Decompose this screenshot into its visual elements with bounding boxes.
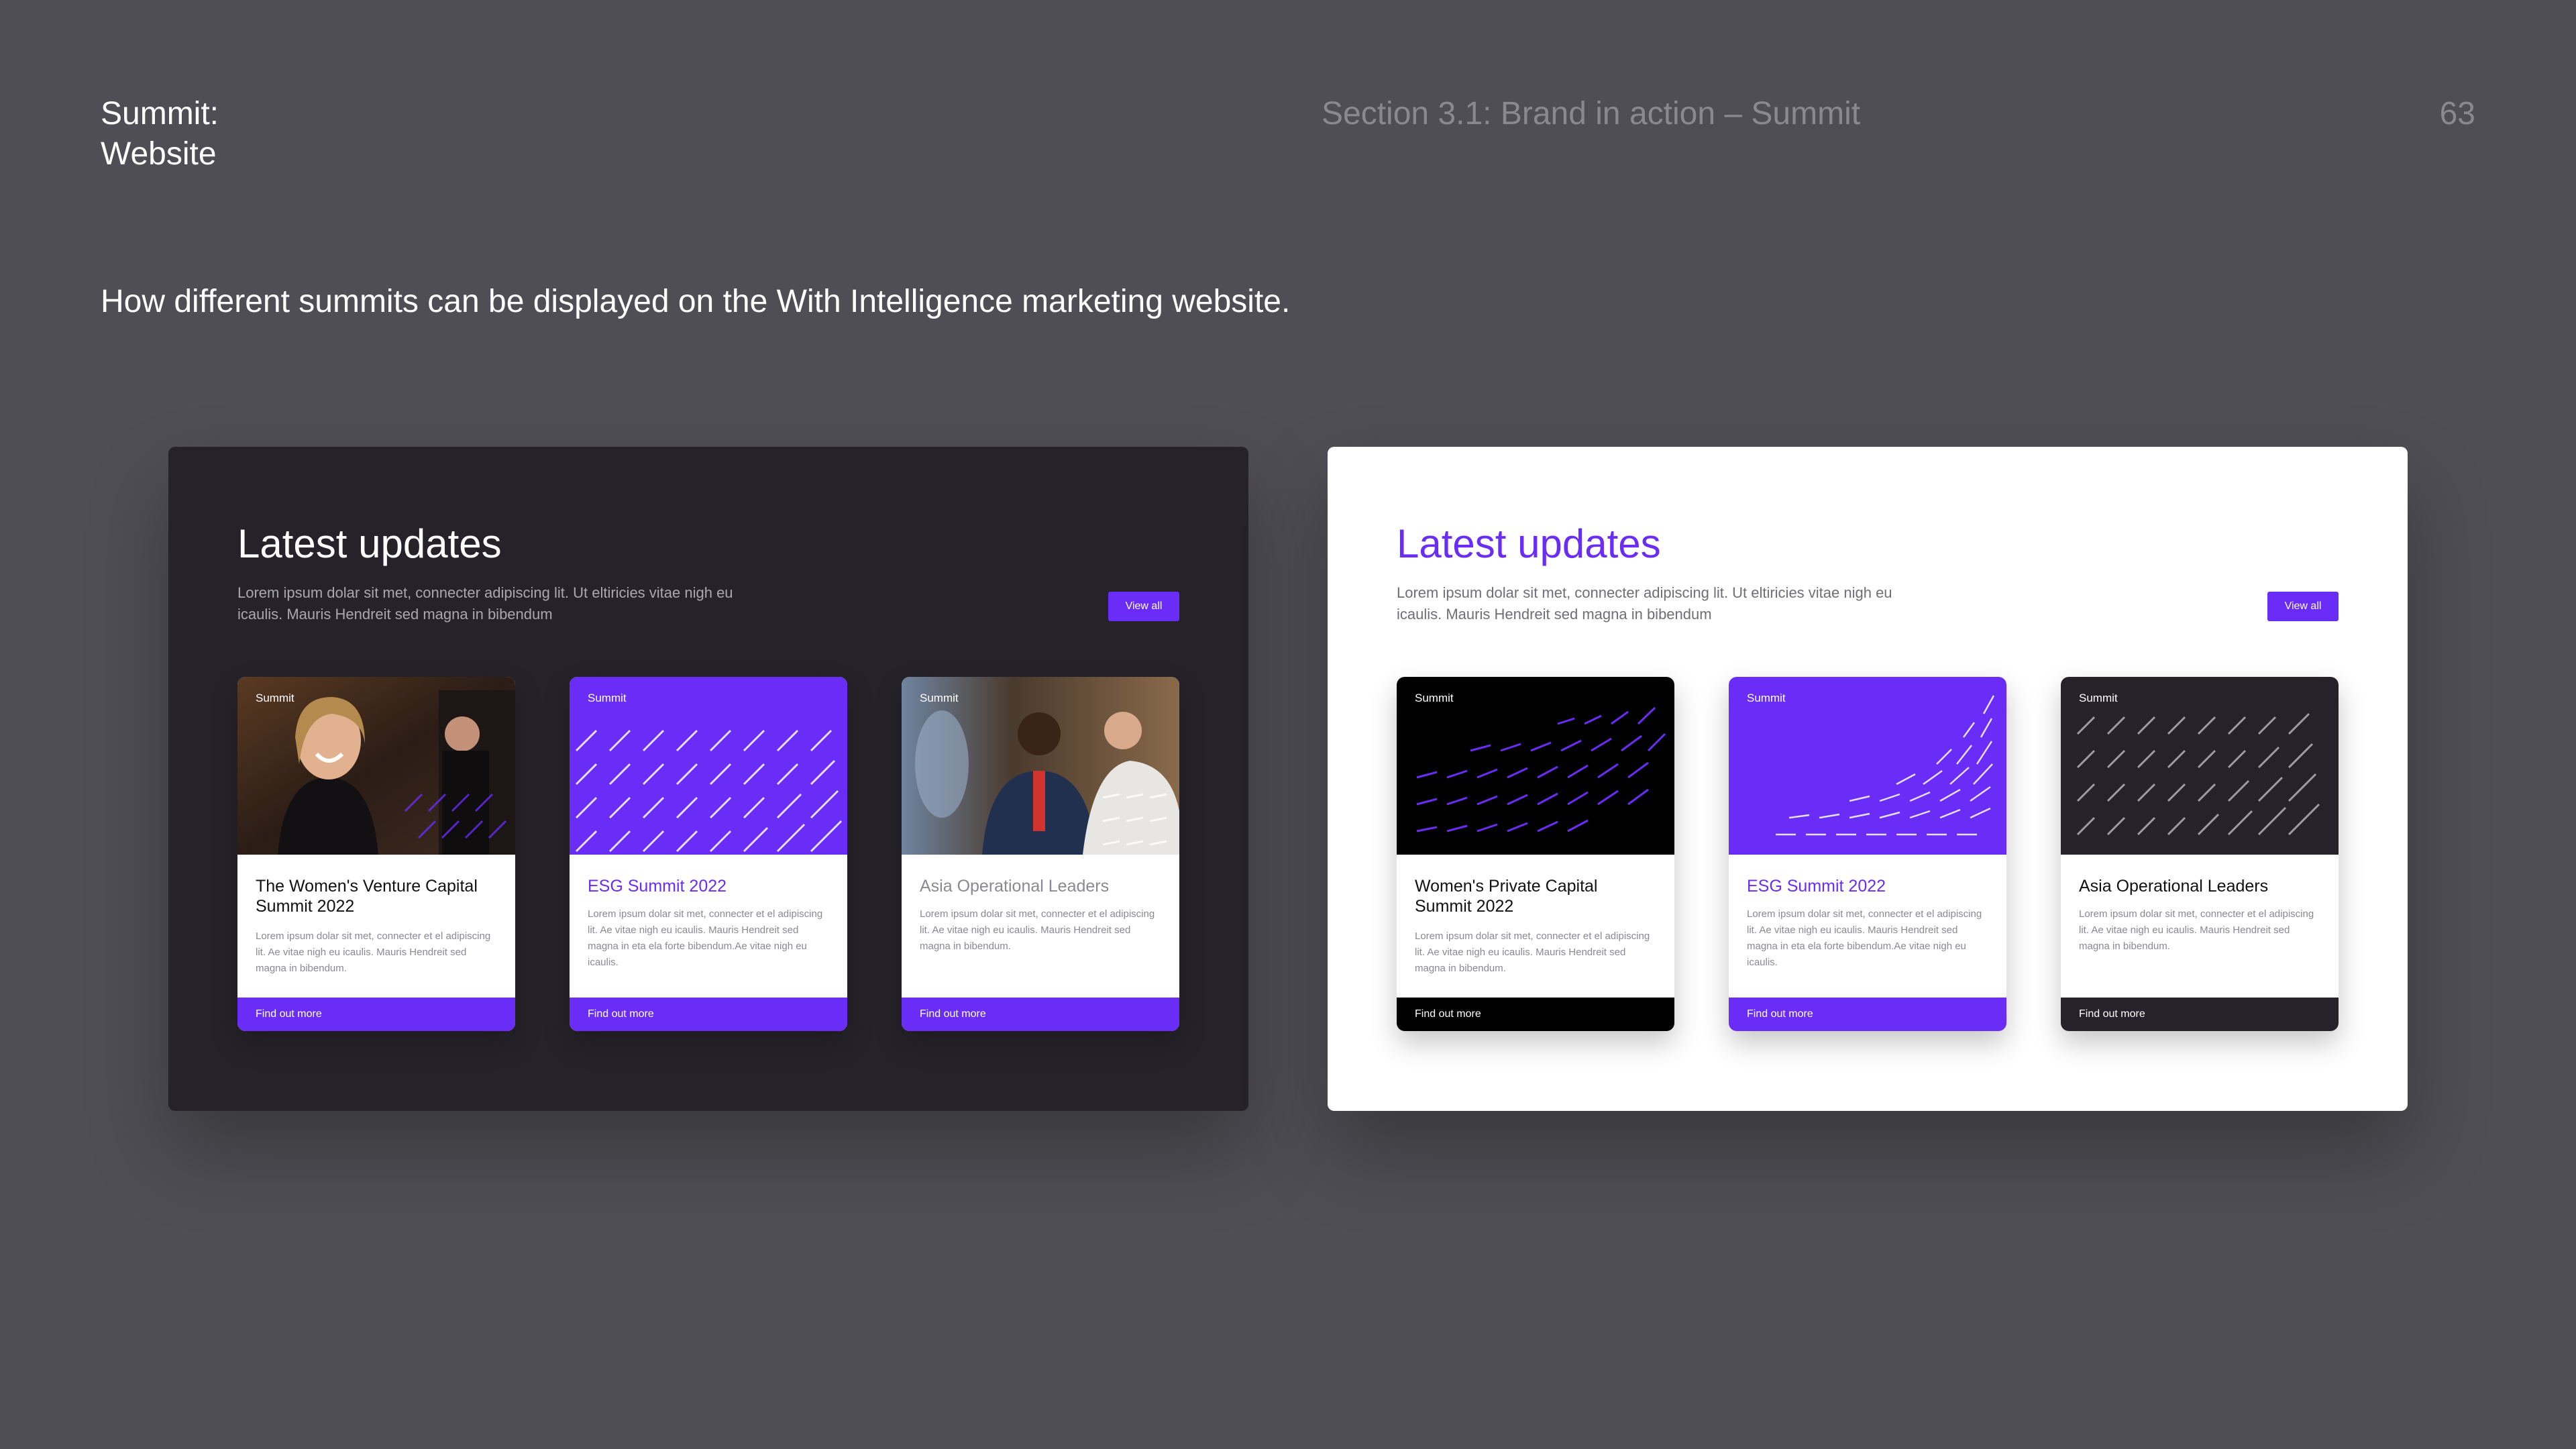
summit-card[interactable]: Summit ESG Summit 2022 Lorem ipsum dolar… bbox=[570, 677, 847, 1031]
card-body: Lorem ipsum dolar sit met, connecter et … bbox=[920, 908, 1155, 952]
summit-card[interactable]: Summit The Women's Venture Capital Summi… bbox=[237, 677, 515, 1031]
card-body: Lorem ipsum dolar sit met, connecter et … bbox=[1415, 930, 1650, 974]
summit-card[interactable]: Summit Women's Private Capital Summit 20… bbox=[1397, 677, 1674, 1031]
card-title: ESG Summit 2022 bbox=[588, 877, 727, 896]
panel-subtitle: Lorem ipsum dolar sit met, connecter adi… bbox=[1397, 584, 1892, 623]
card-title: Asia Operational Leaders bbox=[920, 877, 1110, 896]
find-out-more-link[interactable]: Find out more bbox=[570, 998, 847, 1031]
card-title: Women's Private Capital Summit 2022 bbox=[1415, 877, 1598, 916]
panel-heading: Latest updates bbox=[237, 521, 502, 566]
document-title-line-2: Website bbox=[101, 136, 217, 172]
summit-card[interactable]: Summit Asia Operational Leaders Lorem ip… bbox=[2061, 677, 2339, 1031]
panel-subtitle: Lorem ipsum dolar sit met, connecter adi… bbox=[237, 584, 733, 623]
find-out-more-link[interactable]: Find out more bbox=[902, 998, 1179, 1031]
document-title: Summit: Website bbox=[101, 94, 219, 174]
card-tag: Summit bbox=[588, 692, 627, 704]
card-body: Lorem ipsum dolar sit met, connecter et … bbox=[588, 908, 823, 968]
card-tag: Summit bbox=[2079, 692, 2118, 704]
summit-card[interactable]: Summit ESG Summit 2022 Lorem ipsum dolar… bbox=[1729, 677, 2006, 1031]
light-website-mockup: Latest updates Lorem ipsum dolar sit met… bbox=[1328, 447, 2408, 1111]
card-tag: Summit bbox=[1747, 692, 1786, 704]
summit-card[interactable]: Summit Asia Operational Leaders Lorem ip… bbox=[902, 677, 1179, 1031]
card-title: ESG Summit 2022 bbox=[1747, 877, 1886, 896]
card-body: Lorem ipsum dolar sit met, connecter et … bbox=[256, 930, 491, 974]
card-tag: Summit bbox=[920, 692, 959, 704]
card-title: The Women's Venture Capital Summit 2022 bbox=[256, 877, 478, 916]
find-out-more-link[interactable]: Find out more bbox=[2061, 998, 2339, 1031]
document-title-line-1: Summit: bbox=[101, 96, 219, 131]
page-number: 63 bbox=[2439, 96, 2475, 131]
find-out-more-link[interactable]: Find out more bbox=[1397, 998, 1674, 1031]
find-out-more-link[interactable]: Find out more bbox=[237, 998, 515, 1031]
find-out-more-link[interactable]: Find out more bbox=[1729, 998, 2006, 1031]
section-label: Section 3.1: Brand in action – Summit bbox=[1322, 96, 1861, 131]
card-body: Lorem ipsum dolar sit met, connecter et … bbox=[2079, 908, 2314, 952]
intro-text: How different summits can be displayed o… bbox=[101, 284, 1291, 319]
card-body: Lorem ipsum dolar sit met, connecter et … bbox=[1747, 908, 1982, 968]
dark-website-mockup: Latest updates Lorem ipsum dolar sit met… bbox=[168, 447, 1248, 1111]
view-all-button[interactable]: View all bbox=[1108, 592, 1179, 621]
view-all-button[interactable]: View all bbox=[2267, 592, 2339, 621]
panel-heading: Latest updates bbox=[1397, 521, 1661, 566]
card-tag: Summit bbox=[256, 692, 294, 704]
card-title: Asia Operational Leaders bbox=[2079, 877, 2269, 896]
card-tag: Summit bbox=[1415, 692, 1454, 704]
